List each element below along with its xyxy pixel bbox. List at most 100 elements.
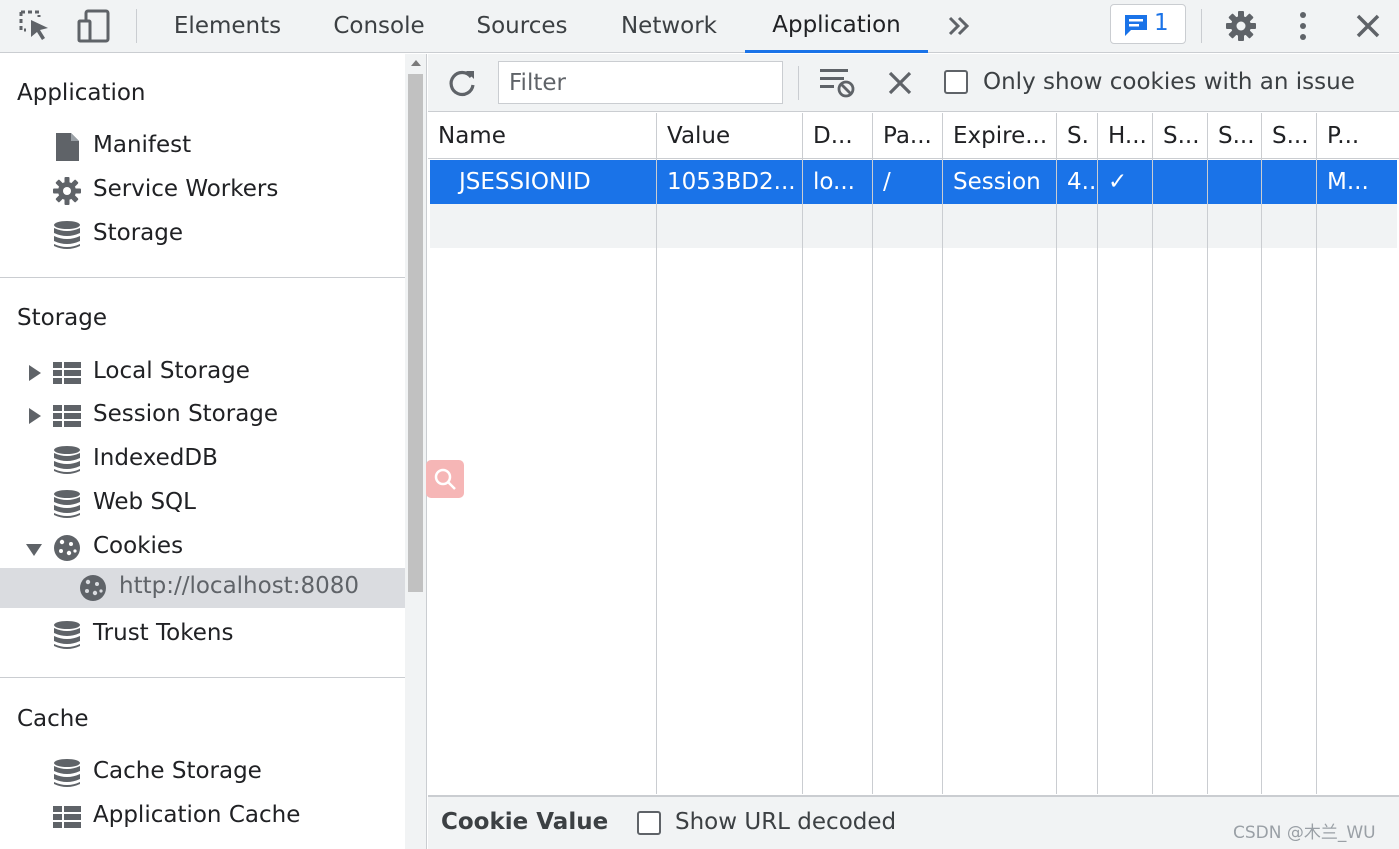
column-header-size[interactable]: S. xyxy=(1057,113,1098,159)
issues-count: 1 xyxy=(1154,10,1169,36)
table-icon xyxy=(53,362,81,384)
column-header-priority[interactable]: P... xyxy=(1317,113,1399,159)
sidebar-item-local-storage[interactable]: Local Storage xyxy=(0,353,405,393)
column-divider[interactable] xyxy=(942,113,943,794)
sidebar-item-label: Application Cache xyxy=(93,802,301,828)
tab-console[interactable]: Console xyxy=(313,0,445,53)
more-tabs-icon[interactable] xyxy=(941,8,977,44)
tab-sources[interactable]: Sources xyxy=(460,0,584,53)
sidebar-item-session-storage[interactable]: Session Storage xyxy=(0,396,405,436)
column-header-name[interactable]: Name xyxy=(428,113,657,159)
issues-button[interactable]: 1 xyxy=(1110,4,1186,44)
database-icon xyxy=(54,490,80,518)
cell-path: / xyxy=(883,169,891,195)
tab-elements[interactable]: Elements xyxy=(160,0,295,53)
column-divider[interactable] xyxy=(1261,113,1262,794)
sidebar-item-label: Local Storage xyxy=(93,358,250,384)
inspect-element-icon[interactable] xyxy=(17,8,53,44)
expand-arrow-icon[interactable] xyxy=(29,365,41,381)
sidebar-item-cookie-origin[interactable]: http://localhost:8080 xyxy=(0,568,405,608)
floating-search-button[interactable] xyxy=(426,460,464,498)
sidebar-item-cookies[interactable]: Cookies xyxy=(0,528,405,568)
gear-icon xyxy=(53,177,81,205)
table-icon xyxy=(53,405,81,427)
application-sidebar: Application Manifest Service Workers Sto… xyxy=(0,54,427,849)
cookie-icon xyxy=(54,535,80,561)
cell-samesite xyxy=(1208,160,1262,204)
column-header-samesite[interactable]: S... xyxy=(1208,113,1262,159)
cell-domain: lo... xyxy=(813,169,855,195)
database-icon xyxy=(54,621,80,649)
toolbar-separator xyxy=(136,9,137,43)
collapse-arrow-icon[interactable] xyxy=(26,544,42,556)
column-header-sameparty[interactable]: S... xyxy=(1262,113,1317,159)
more-options-icon[interactable] xyxy=(1285,8,1321,44)
column-divider[interactable] xyxy=(1207,113,1208,794)
close-icon[interactable] xyxy=(1350,8,1386,44)
tab-application[interactable]: Application xyxy=(745,0,928,53)
sidebar-item-label: Service Workers xyxy=(93,176,279,202)
clear-filtered-icon[interactable] xyxy=(818,64,858,100)
column-divider[interactable] xyxy=(872,113,873,794)
column-header-secure[interactable]: S... xyxy=(1153,113,1208,159)
sidebar-item-label: Session Storage xyxy=(93,401,279,427)
cookie-icon xyxy=(80,575,106,601)
column-divider[interactable] xyxy=(656,113,657,794)
cell-expires: Session xyxy=(953,169,1041,195)
cell-priority: M... xyxy=(1327,169,1369,195)
sidebar-item-label: Cookies xyxy=(93,533,184,559)
show-url-decoded-checkbox[interactable] xyxy=(637,811,661,835)
cell-value: 1053BD2... xyxy=(667,169,796,195)
filter-input[interactable] xyxy=(498,61,783,104)
refresh-icon[interactable] xyxy=(446,67,478,99)
sidebar-scrollbar[interactable] xyxy=(405,54,426,849)
cookies-table: Name Value D... Pa... Expire... S. H... … xyxy=(428,113,1399,794)
sidebar-item-label: Web SQL xyxy=(93,489,196,515)
column-header-expires[interactable]: Expire... xyxy=(943,113,1057,159)
scroll-up-arrow-icon[interactable] xyxy=(411,60,421,66)
sidebar-item-web-sql[interactable]: Web SQL xyxy=(0,484,405,524)
only-issue-checkbox[interactable] xyxy=(944,70,968,94)
table-row-empty xyxy=(430,204,1397,248)
database-icon xyxy=(54,446,80,474)
database-icon xyxy=(54,221,80,249)
search-icon xyxy=(434,468,456,490)
scrollbar-thumb[interactable] xyxy=(408,74,423,592)
device-toolbar-icon[interactable] xyxy=(76,8,112,44)
sidebar-item-label: Manifest xyxy=(93,132,192,158)
table-row[interactable]: JSESSIONID 1053BD2... lo... / Session 4.… xyxy=(430,160,1397,204)
expand-arrow-icon[interactable] xyxy=(29,408,41,424)
database-icon xyxy=(54,759,80,787)
sidebar-item-cache-storage[interactable]: Cache Storage xyxy=(0,753,405,793)
settings-gear-icon[interactable] xyxy=(1223,8,1259,44)
column-divider[interactable] xyxy=(1097,113,1098,794)
column-divider[interactable] xyxy=(1056,113,1057,794)
clear-all-icon[interactable] xyxy=(886,69,914,97)
sidebar-item-label: Storage xyxy=(93,220,183,246)
column-divider[interactable] xyxy=(1316,113,1317,794)
cookies-panel: Only show cookies with an issue Name Val… xyxy=(428,54,1399,849)
sidebar-item-trust-tokens[interactable]: Trust Tokens xyxy=(0,615,405,655)
column-header-value[interactable]: Value xyxy=(657,113,803,159)
sidebar-item-storage[interactable]: Storage xyxy=(0,215,405,255)
tab-network[interactable]: Network xyxy=(604,0,734,53)
cookies-toolbar: Only show cookies with an issue xyxy=(428,54,1399,112)
column-divider[interactable] xyxy=(1152,113,1153,794)
show-url-decoded-label: Show URL decoded xyxy=(675,809,897,835)
column-divider[interactable] xyxy=(802,113,803,794)
cell-secure xyxy=(1153,160,1208,204)
column-header-path[interactable]: Pa... xyxy=(873,113,943,159)
cookie-value-title: Cookie Value xyxy=(441,809,609,835)
sidebar-item-application-cache[interactable]: Application Cache xyxy=(0,797,405,837)
section-divider xyxy=(0,677,405,678)
sidebar-item-service-workers[interactable]: Service Workers xyxy=(0,171,405,211)
column-header-httponly[interactable]: H... xyxy=(1098,113,1153,159)
section-divider xyxy=(0,277,405,278)
section-title-cache: Cache xyxy=(17,706,89,732)
column-header-domain[interactable]: D... xyxy=(803,113,873,159)
sidebar-item-label: Cache Storage xyxy=(93,758,262,784)
sidebar-item-manifest[interactable]: Manifest xyxy=(0,127,405,167)
toolbar-separator xyxy=(798,66,799,100)
sidebar-item-indexeddb[interactable]: IndexedDB xyxy=(0,440,405,480)
cell-name: JSESSIONID xyxy=(459,169,591,195)
